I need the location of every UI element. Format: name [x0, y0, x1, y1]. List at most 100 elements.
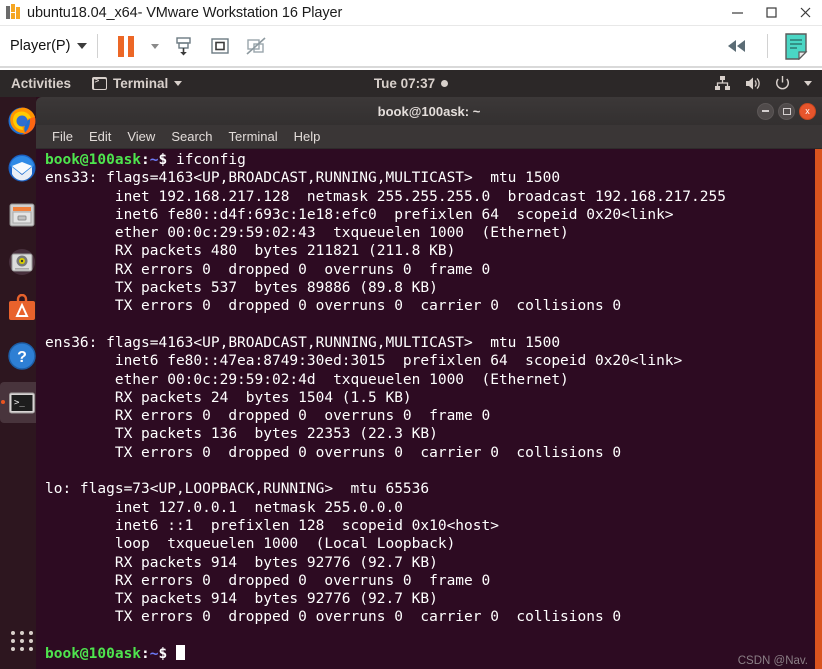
chevron-down-icon — [174, 81, 183, 86]
terminal-scrollbar[interactable] — [815, 149, 822, 669]
files-icon — [9, 203, 35, 226]
terminal-output-line: TX errors 0 dropped 0 overruns 0 carrier… — [45, 444, 622, 461]
terminal-menubar: File Edit View Search Terminal Help — [36, 125, 822, 149]
vmware-player-window: ubuntu18.04_x64- VMware Workstation 16 P… — [0, 0, 822, 669]
prompt-path: ~ — [149, 152, 159, 168]
terminal-output-line: ens36: flags=4163<UP,BROADCAST,RUNNING,M… — [45, 334, 561, 351]
terminal-output-line: RX packets 24 bytes 1504 (1.5 KB) — [45, 389, 412, 406]
thunderbird-icon — [8, 154, 36, 181]
terminal-prompt-line: book@100ask:~$ — [45, 645, 808, 663]
prompt-user-host: book@100ask — [45, 646, 142, 663]
terminal-output-line — [45, 462, 808, 480]
svg-text:?: ? — [17, 349, 27, 366]
terminal-output-line: ether 00:0c:29:59:02:4d txqueuelen 1000 … — [45, 371, 569, 388]
terminal-output-line: RX errors 0 dropped 0 overruns 0 frame 0 — [45, 572, 491, 589]
terminal-output-line: inet6 fe80::d4f:693c:1e18:efc0 prefixlen… — [45, 206, 674, 223]
svg-text:>_: >_ — [14, 398, 25, 408]
terminal-output-line: ens33: flags=4163<UP,BROADCAST,RUNNING,M… — [45, 170, 561, 187]
firefox-icon — [8, 107, 36, 134]
prompt-path: ~ — [149, 646, 159, 663]
minimize-button[interactable] — [720, 0, 754, 26]
collapse-toolbar-button[interactable] — [717, 29, 757, 63]
app-menu-terminal[interactable]: Terminal — [92, 76, 183, 91]
network-icon — [715, 76, 730, 90]
terminal-close-button[interactable]: x — [799, 102, 816, 120]
terminal-title: book@100ask: ~ — [377, 103, 481, 119]
terminal-output-line: RX errors 0 dropped 0 overruns 0 frame 0 — [45, 261, 491, 278]
terminal-window-controls: x — [757, 97, 816, 125]
fullscreen-icon — [211, 38, 230, 54]
menu-help[interactable]: Help — [286, 127, 329, 146]
app-grid-icon — [10, 631, 34, 651]
vmware-window-controls — [720, 0, 822, 26]
chevron-down-icon[interactable] — [804, 81, 812, 86]
ubuntu-topbar: Activities Terminal Tue 07:37 — [0, 70, 822, 97]
menu-terminal[interactable]: Terminal — [221, 127, 286, 146]
notes-button[interactable] — [778, 29, 814, 63]
volume-icon — [746, 77, 760, 90]
prompt-colon: : — [141, 152, 150, 168]
maximize-button[interactable] — [754, 0, 788, 26]
prompt-user-host: book@100ask — [45, 152, 142, 168]
terminal-icon: >_ — [9, 392, 35, 413]
send-key-icon — [176, 37, 192, 56]
clock-button[interactable]: Tue 07:37 — [331, 76, 491, 91]
prompt-colon: : — [141, 646, 150, 663]
terminal-titlebar[interactable]: book@100ask: ~ x — [36, 97, 822, 125]
player-menu-label: Player(P) — [10, 38, 71, 54]
rewind-double-left-icon — [728, 40, 745, 52]
send-ctrl-alt-del-button[interactable] — [166, 29, 202, 63]
terminal-output-line: inet6 fe80::47ea:8749:30ed:3015 prefixle… — [45, 353, 683, 370]
fullscreen-button[interactable] — [202, 29, 238, 63]
terminal-output-line: TX errors 0 dropped 0 overruns 0 carrier… — [45, 298, 622, 315]
toolbar-divider — [97, 34, 99, 58]
terminal-output-line: TX packets 136 bytes 22353 (22.3 KB) — [45, 426, 438, 443]
terminal-body[interactable]: book@100ask:~$ ifconfig ens33: flags=4163… — [36, 149, 822, 669]
terminal-icon — [92, 76, 108, 90]
toolbar-divider-right — [767, 34, 768, 58]
terminal-output-line: inet6 ::1 prefixlen 128 scopeid 0x10<hos… — [45, 517, 499, 534]
clock-label: Tue 07:37 — [373, 76, 436, 91]
rhythmbox-icon — [9, 248, 35, 275]
terminal-output: book@100ask:~$ ifconfig ens33: flags=4163… — [45, 151, 808, 663]
player-menu-button[interactable]: Player(P) — [10, 38, 88, 54]
power-icon — [776, 76, 789, 90]
activities-button[interactable]: Activities — [11, 76, 71, 91]
menu-view[interactable]: View — [119, 127, 163, 146]
terminal-minimize-button[interactable] — [757, 102, 774, 120]
menu-search[interactable]: Search — [163, 127, 220, 146]
pause-vm-button[interactable] — [108, 29, 144, 63]
menu-edit[interactable]: Edit — [81, 127, 119, 146]
terminal-output-line: TX packets 914 bytes 92776 (92.7 KB) — [45, 591, 438, 608]
unity-mode-disabled-icon — [246, 37, 266, 55]
watermark: CSDN @Nav. — [737, 655, 808, 667]
close-button[interactable] — [788, 0, 822, 26]
terminal-output-line: ether 00:0c:29:59:02:43 txqueuelen 1000 … — [45, 225, 569, 242]
chevron-down-small-icon — [151, 43, 160, 49]
ubuntu-software-icon — [9, 293, 35, 320]
sticky-note-icon — [785, 33, 808, 60]
terminal-output-line — [45, 627, 808, 645]
vmware-titlebar: ubuntu18.04_x64- VMware Workstation 16 P… — [0, 0, 822, 26]
prompt-sigil: $ — [158, 646, 176, 663]
app-menu-label: Terminal — [113, 76, 169, 91]
terminal-window: book@100ask: ~ x File Edit View Search T… — [36, 97, 822, 669]
help-icon: ? — [8, 341, 36, 370]
vmware-toolbar: Player(P) — [0, 26, 822, 68]
menu-file[interactable]: File — [44, 127, 81, 146]
pause-dropdown-button[interactable] — [144, 29, 166, 63]
terminal-output-line: TX packets 537 bytes 89886 (89.8 KB) — [45, 280, 438, 297]
chevron-down-icon — [77, 43, 88, 49]
terminal-output-line — [45, 316, 808, 334]
terminal-output-line: loop txqueuelen 1000 (Local Loopback) — [45, 536, 456, 553]
vmware-logo-icon — [5, 4, 22, 21]
pause-icon — [118, 35, 135, 57]
block-cursor — [175, 645, 185, 661]
terminal-output-line: lo: flags=73<UP,LOOPBACK,RUNNING> mtu 65… — [45, 481, 430, 498]
terminal-output-line: inet 127.0.0.1 netmask 255.0.0.0 — [45, 499, 403, 516]
terminal-maximize-button[interactable] — [778, 102, 795, 120]
system-tray[interactable] — [714, 75, 812, 92]
terminal-output-line: RX errors 0 dropped 0 overruns 0 frame 0 — [45, 408, 491, 425]
terminal-command: ifconfig — [175, 152, 246, 168]
unity-mode-button[interactable] — [238, 29, 274, 63]
